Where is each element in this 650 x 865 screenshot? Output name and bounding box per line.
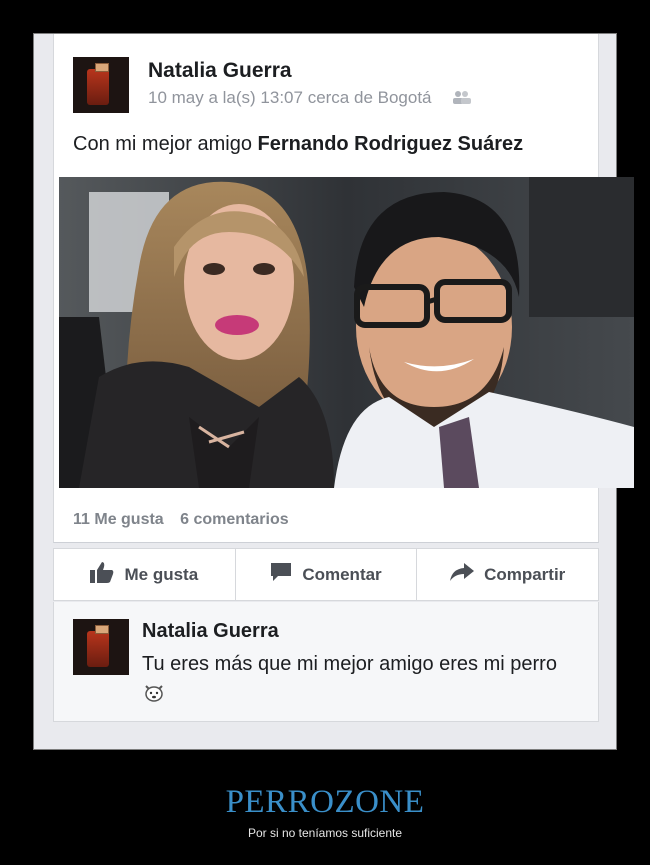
comment-author-avatar[interactable]	[73, 619, 129, 675]
friends-icon	[452, 89, 472, 109]
comment-label: Comentar	[302, 564, 382, 584]
post-meta: 10 may a la(s) 13:07 cerca de Bogotá	[148, 88, 472, 109]
author-avatar[interactable]	[73, 57, 129, 113]
post-photo[interactable]	[59, 177, 634, 488]
post-author-name[interactable]: Natalia Guerra	[148, 59, 292, 83]
comment-bubble-icon	[270, 562, 292, 587]
action-bar: Me gusta Comentar Compartir	[53, 548, 599, 601]
comment-text: Tu eres más que mi mejor amigo eres mi p…	[142, 653, 557, 675]
thumbs-up-icon	[90, 561, 114, 588]
share-button[interactable]: Compartir	[416, 549, 598, 600]
post-timestamp[interactable]: 10 may a la(s) 13:07 cerca de Bogotá	[148, 88, 432, 107]
share-label: Compartir	[484, 564, 566, 584]
comment-item: Natalia Guerra Tu eres más que mi mejor …	[53, 602, 599, 722]
dog-face-emoji-icon	[144, 681, 164, 702]
engagement-counts: 11 Me gusta 6 comentarios	[73, 511, 289, 529]
like-button[interactable]: Me gusta	[54, 549, 235, 600]
comment-button[interactable]: Comentar	[234, 549, 417, 600]
share-arrow-icon	[450, 563, 475, 586]
like-label: Me gusta	[124, 564, 199, 584]
post-text: Con mi mejor amigo Fernando Rodriguez Su…	[73, 133, 523, 156]
post-text-prefix: Con mi mejor amigo	[73, 133, 258, 155]
poster-subtitle: Por si no teníamos suficiente	[247, 826, 403, 840]
like-count[interactable]: 11 Me gusta	[73, 511, 164, 528]
comment-count[interactable]: 6 comentarios	[180, 511, 288, 528]
poster-title: PERROZONE	[225, 784, 425, 820]
poster-frame: Natalia Guerra 10 may a la(s) 13:07 cerc…	[33, 33, 634, 750]
comment-text-block: Tu eres más que mi mejor amigo eres mi p…	[142, 649, 572, 709]
comment-author-name[interactable]: Natalia Guerra	[142, 620, 279, 643]
post-card: Natalia Guerra 10 may a la(s) 13:07 cerc…	[53, 34, 634, 543]
tagged-person-link[interactable]: Fernando Rodriguez Suárez	[258, 133, 524, 155]
